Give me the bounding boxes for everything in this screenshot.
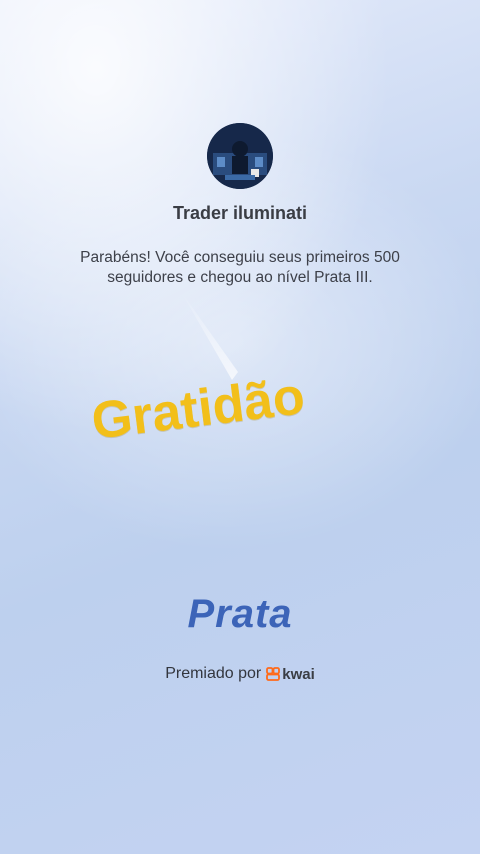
awarded-by-label: Premiado por — [165, 665, 262, 682]
kwai-logo-icon — [266, 667, 281, 681]
gratitude-overlay-text: Gratidão — [88, 367, 308, 451]
achievement-message: Parabéns! Você conseguiu seus primeiros … — [80, 249, 400, 286]
avatar-image-icon — [207, 123, 273, 189]
kwai-brand-text: kwai — [282, 665, 315, 683]
level-title: Prata — [187, 592, 293, 636]
kwai-logo: kwai — [266, 666, 315, 683]
awarded-by: Premiado por kwai — [0, 665, 480, 683]
avatar — [207, 123, 273, 189]
username: Trader iluminati — [172, 203, 308, 223]
